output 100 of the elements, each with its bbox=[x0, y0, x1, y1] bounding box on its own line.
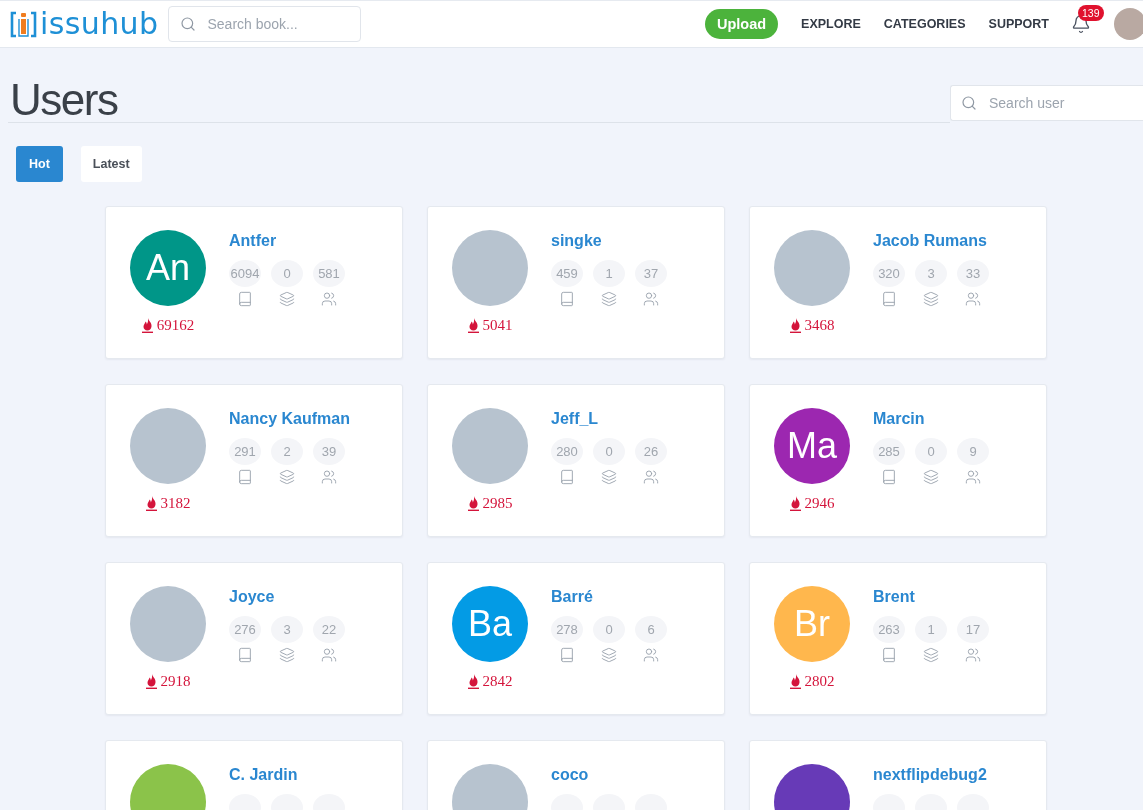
stat-count: 291 bbox=[229, 438, 261, 465]
stat-count: 6094 bbox=[229, 260, 261, 287]
user-name-link[interactable]: Jeff_L bbox=[551, 408, 599, 430]
users-icon bbox=[321, 469, 337, 485]
score-count: 3182 bbox=[160, 495, 191, 511]
layers-icon bbox=[923, 291, 939, 307]
score-count: 2802 bbox=[804, 673, 835, 689]
layers-icon bbox=[923, 469, 939, 485]
stat-count: 1 bbox=[915, 616, 947, 643]
flame-icon bbox=[789, 673, 801, 689]
nav-link[interactable]: EXPLORE bbox=[801, 17, 861, 31]
stat-count: 9 bbox=[957, 438, 989, 465]
users-icon bbox=[965, 469, 981, 485]
avatar-initials: Br bbox=[774, 586, 850, 662]
stat-count: 17 bbox=[957, 616, 989, 643]
book-icon bbox=[237, 469, 253, 485]
stat-count: 320 bbox=[873, 260, 905, 287]
users-icon bbox=[643, 647, 659, 663]
users-icon bbox=[643, 469, 659, 485]
tab[interactable]: Latest bbox=[80, 146, 142, 182]
flame-icon bbox=[145, 673, 157, 689]
book-icon bbox=[881, 291, 897, 307]
book-icon bbox=[881, 469, 897, 485]
stat-count: 285 bbox=[873, 438, 905, 465]
stat-count: 263 bbox=[873, 616, 905, 643]
tab[interactable]: Hot bbox=[16, 146, 63, 182]
score-count: 5041 bbox=[482, 317, 513, 333]
users-icon bbox=[965, 291, 981, 307]
stat-count: 280 bbox=[551, 438, 583, 465]
score-count: 2842 bbox=[482, 673, 513, 689]
layers-icon bbox=[601, 469, 617, 485]
users-icon bbox=[965, 647, 981, 663]
stat-count: 6 bbox=[635, 616, 667, 643]
nav-link[interactable]: SUPPORT bbox=[988, 17, 1049, 31]
layers-icon bbox=[279, 469, 295, 485]
book-icon bbox=[881, 647, 897, 663]
book-icon bbox=[559, 647, 575, 663]
nav-link[interactable]: CATEGORIES bbox=[883, 17, 966, 31]
stat-count: 1 bbox=[593, 260, 625, 287]
score-count: 3468 bbox=[804, 317, 835, 333]
user-name-link[interactable]: coco bbox=[551, 764, 589, 786]
book-icon bbox=[559, 291, 575, 307]
score-count: 69162 bbox=[156, 317, 195, 333]
stat-count: 0 bbox=[593, 616, 625, 643]
search-field[interactable]: Search book... bbox=[168, 6, 362, 42]
avatar-photo-placeholder[interactable] bbox=[1114, 8, 1143, 40]
users-icon bbox=[321, 291, 337, 307]
stat-count: 278 bbox=[551, 616, 583, 643]
score-count: 2985 bbox=[482, 495, 513, 511]
avatar-initials: Ba bbox=[452, 586, 528, 662]
notification-badge: 139 bbox=[1078, 5, 1104, 21]
stat-count: 276 bbox=[229, 616, 261, 643]
stat-count: 459 bbox=[551, 260, 583, 287]
stat-count: 0 bbox=[593, 438, 625, 465]
logo-text[interactable]: issuhub bbox=[40, 9, 159, 39]
stat-count: 581 bbox=[313, 260, 345, 287]
stat-count: 2 bbox=[271, 438, 303, 465]
search-icon bbox=[961, 95, 977, 111]
user-name-link[interactable]: nextflipdebug2 bbox=[873, 764, 987, 786]
flame-icon bbox=[141, 317, 153, 333]
user-name-link[interactable]: singke bbox=[551, 230, 602, 252]
upload-button[interactable]: Upload bbox=[704, 9, 779, 39]
book-icon bbox=[237, 291, 253, 307]
layers-icon bbox=[601, 647, 617, 663]
layers-icon bbox=[279, 647, 295, 663]
stat-count: 37 bbox=[635, 260, 667, 287]
stat-count: 39 bbox=[313, 438, 345, 465]
user-name-link[interactable]: Brent bbox=[873, 586, 915, 608]
flame-icon bbox=[789, 495, 801, 511]
page-title: Users bbox=[8, 78, 950, 123]
user-name-link[interactable]: Antfer bbox=[229, 230, 277, 252]
search-icon bbox=[180, 16, 197, 32]
score-count: 2946 bbox=[804, 495, 835, 511]
logo-icon[interactable] bbox=[10, 10, 37, 38]
user-name-link[interactable]: Jacob Rumans bbox=[873, 230, 987, 252]
layers-icon bbox=[279, 291, 295, 307]
search-field[interactable]: Search user bbox=[950, 85, 1143, 121]
book-icon bbox=[237, 647, 253, 663]
stat-count: 22 bbox=[313, 616, 345, 643]
stat-count: 0 bbox=[915, 438, 947, 465]
user-name-link[interactable]: Nancy Kaufman bbox=[229, 408, 350, 430]
user-name-link[interactable]: Joyce bbox=[229, 586, 275, 608]
layers-icon bbox=[923, 647, 939, 663]
stat-count: 26 bbox=[635, 438, 667, 465]
avatar-initials: An bbox=[130, 230, 206, 306]
avatar-initials: Ma bbox=[774, 408, 850, 484]
flame-icon bbox=[467, 673, 479, 689]
stat-count: 3 bbox=[915, 260, 947, 287]
users-icon bbox=[321, 647, 337, 663]
user-name-link[interactable]: C. Jardin bbox=[229, 764, 298, 786]
user-name-link[interactable]: Barré bbox=[551, 586, 593, 608]
user-name-link[interactable]: Marcin bbox=[873, 408, 925, 430]
users-icon bbox=[643, 291, 659, 307]
score-count: 2918 bbox=[160, 673, 191, 689]
flame-icon bbox=[789, 317, 801, 333]
flame-icon bbox=[467, 317, 479, 333]
stat-count: 3 bbox=[271, 616, 303, 643]
flame-icon bbox=[467, 495, 479, 511]
stat-count: 0 bbox=[271, 260, 303, 287]
stat-count: 33 bbox=[957, 260, 989, 287]
